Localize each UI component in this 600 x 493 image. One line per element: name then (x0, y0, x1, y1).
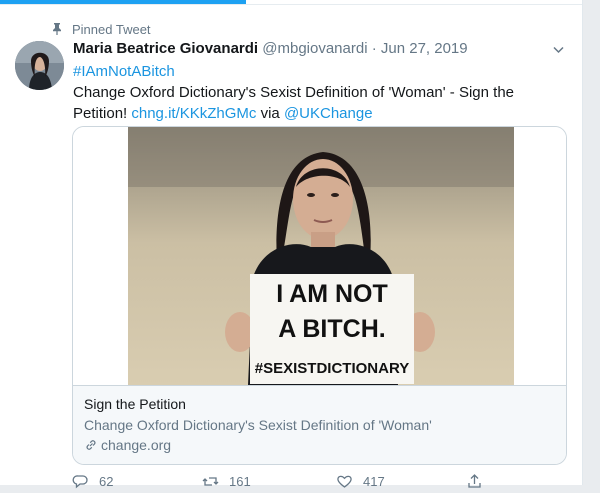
tweet-header: Maria Beatrice Giovanardi @mbgiovanardi … (73, 40, 468, 60)
card-title: Sign the Petition (84, 396, 186, 412)
retweet-count: 161 (229, 474, 251, 489)
card-info[interactable]: Sign the Petition Change Oxford Dictiona… (73, 385, 566, 464)
sign-line-1: I AM NOT (276, 280, 388, 308)
via-text: via (256, 105, 284, 122)
pinned-tweet[interactable]: Pinned Tweet Maria Beatrice Giovanardi @… (0, 0, 583, 489)
reply-count: 62 (99, 474, 114, 489)
hashtag-link[interactable]: #IAmNotABitch (73, 63, 175, 80)
like-count: 417 (363, 474, 385, 489)
tweet-line-2-prefix: Petition! (73, 105, 132, 122)
avatar[interactable] (15, 41, 64, 90)
short-link[interactable]: chng.it/KKkZhGMc (131, 105, 256, 122)
tweet-line-1: Change Oxford Dictionary's Sexist Defini… (73, 84, 515, 101)
divider (0, 4, 582, 5)
card-description: Change Oxford Dictionary's Sexist Defini… (84, 417, 432, 433)
share-button[interactable] (466, 473, 483, 490)
pinned-indicator: Pinned Tweet (52, 21, 151, 37)
reply-icon (72, 475, 88, 489)
sign-line-3: #SEXISTDICTIONARY (255, 360, 409, 377)
card-domain: change.org (84, 437, 171, 453)
like-icon (337, 475, 352, 488)
retweet-button[interactable]: 161 (202, 473, 251, 490)
pinned-label: Pinned Tweet (72, 21, 151, 37)
header-separator: · (371, 40, 377, 57)
link-card[interactable]: I AM NOT A BITCH. #SEXISTDICTIONARY Sign… (72, 126, 567, 465)
pin-icon (53, 23, 61, 35)
caret-down-icon[interactable] (552, 43, 565, 56)
mention-link[interactable]: @UKChange (284, 105, 373, 122)
like-button[interactable]: 417 (336, 473, 385, 490)
tweet-text: #IAmNotABitch Change Oxford Dictionary's… (73, 61, 553, 124)
tweet-actions: 62 161 417 (72, 473, 512, 493)
author-name[interactable]: Maria Beatrice Giovanardi (73, 40, 258, 57)
sign-line-2: A BITCH. (278, 315, 385, 343)
author-handle[interactable]: @mbgiovanardi (262, 40, 367, 57)
reply-button[interactable]: 62 (72, 473, 113, 490)
link-icon (86, 440, 96, 450)
card-image[interactable]: I AM NOT A BITCH. #SEXISTDICTIONARY (73, 127, 566, 385)
tweet-date[interactable]: Jun 27, 2019 (381, 40, 468, 57)
retweet-icon (202, 477, 219, 486)
share-icon (468, 474, 481, 488)
card-domain-text: change.org (101, 437, 172, 453)
